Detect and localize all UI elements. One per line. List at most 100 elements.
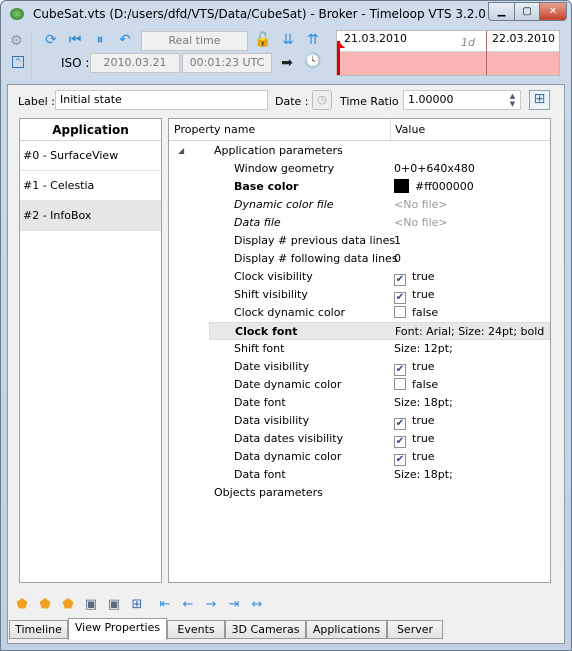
property-row[interactable]: Clock visibility ✔ true	[169, 268, 550, 286]
property-value[interactable]: Font: Arial; Size: 24pt; bold	[395, 323, 544, 341]
tab-view-properties[interactable]: View Properties	[68, 618, 167, 640]
lock-icon[interactable]: 🔓	[254, 32, 272, 48]
property-value[interactable]: ✔ true	[394, 286, 435, 304]
maximize-button[interactable]: ▢	[514, 2, 540, 21]
time-field[interactable]: 00:01:23 UTC	[182, 53, 272, 73]
checkbox[interactable]: ✔	[394, 364, 406, 376]
save-windows-icon[interactable]: ▣	[106, 597, 122, 613]
add-view-icon[interactable]: ⬟	[14, 597, 30, 613]
checkbox[interactable]: ✔	[394, 454, 406, 466]
time-ratio-spinner[interactable]: ▲ ▼	[506, 92, 519, 108]
property-row[interactable]: Date dynamic color false	[169, 376, 550, 394]
property-value[interactable]: <No file>	[394, 214, 448, 232]
property-row[interactable]: Date visibility ✔ true	[169, 358, 550, 376]
property-value[interactable]: Size: 12pt;	[394, 340, 453, 358]
property-value[interactable]: ✔ true	[394, 448, 435, 466]
property-value[interactable]: 0	[394, 250, 401, 268]
save-view-icon[interactable]: ⬟	[37, 597, 53, 613]
property-value[interactable]: ✔ true	[394, 268, 435, 286]
property-row[interactable]: Date font Size: 18pt;	[169, 394, 550, 412]
property-name: Clock dynamic color	[234, 306, 345, 319]
next-state-icon[interactable]: →	[203, 597, 219, 613]
close-button[interactable]: ✕	[539, 2, 567, 21]
app-icon	[10, 8, 24, 20]
property-row[interactable]: Data file <No file>	[169, 214, 550, 232]
time-ratio-input[interactable]: 1.00000	[403, 90, 521, 110]
checkbox[interactable]: ✔	[394, 418, 406, 430]
property-name: Data dates visibility	[234, 432, 344, 445]
property-row[interactable]: Display # following data lines 0	[169, 250, 550, 268]
property-row[interactable]: Clock font Font: Arial; Size: 24pt; bold	[209, 322, 550, 340]
loop-icon[interactable]: ⟳	[42, 32, 60, 48]
tab-3d-cameras[interactable]: 3D Cameras	[225, 620, 306, 639]
checkbox[interactable]	[394, 378, 406, 390]
list-item[interactable]: #1 - Celestia	[20, 171, 161, 201]
collapse-icon[interactable]: ^	[12, 56, 24, 68]
layout-grid-button[interactable]: ⊞	[529, 90, 550, 110]
color-swatch[interactable]	[394, 179, 409, 193]
tree-group-application-parameters[interactable]: ◢ Application parameters	[169, 142, 550, 160]
tab-applications[interactable]: Applications	[306, 620, 387, 639]
property-value[interactable]: false	[394, 376, 438, 394]
property-value[interactable]: <No file>	[394, 196, 448, 214]
date-field[interactable]: 2010.03.21	[90, 53, 180, 73]
timeline-date-start: 21.03.2010	[344, 32, 407, 45]
property-row[interactable]: Window geometry 0+0+640x480	[169, 160, 550, 178]
property-row[interactable]: Shift font Size: 12pt;	[169, 340, 550, 358]
down-arrows-icon[interactable]: ⇊	[279, 32, 297, 48]
checkbox[interactable]: ✔	[394, 274, 406, 286]
go-arrow-icon[interactable]: ➡	[278, 55, 296, 71]
column-value[interactable]: Value	[395, 119, 425, 141]
checkbox[interactable]	[394, 306, 406, 318]
last-state-icon[interactable]: ⇥	[226, 597, 242, 613]
grid-icon[interactable]: ⊞	[129, 597, 145, 613]
gear-icon[interactable]: ⚙	[10, 33, 23, 49]
clock-icon[interactable]: 🕓	[304, 53, 322, 69]
property-row[interactable]: Base color #ff000000	[169, 178, 550, 196]
up-arrows-icon[interactable]: ⇈	[304, 32, 322, 48]
undo-icon[interactable]: ↶	[116, 32, 134, 48]
tab-timeline[interactable]: Timeline	[9, 620, 68, 639]
previous-state-icon[interactable]: ←	[180, 597, 196, 613]
first-state-icon[interactable]: ⇤	[157, 597, 173, 613]
tree-group-objects-parameters[interactable]: Objects parameters	[169, 484, 550, 502]
expand-arrow-icon[interactable]: ◢	[178, 142, 184, 160]
save-all-views-icon[interactable]: ⬟	[60, 597, 76, 613]
property-value[interactable]: ✔ true	[394, 430, 435, 448]
timeline-bar[interactable]	[337, 52, 559, 75]
property-row[interactable]: Data visibility ✔ true	[169, 412, 550, 430]
first-icon[interactable]: ⏮	[66, 32, 84, 48]
property-value[interactable]: Size: 18pt;	[394, 394, 453, 412]
real-time-button[interactable]: Real time	[141, 31, 248, 51]
checkbox[interactable]: ✔	[394, 436, 406, 448]
property-row[interactable]: Display # previous data lines 1	[169, 232, 550, 250]
list-item-selected[interactable]: #2 - InfoBox	[20, 201, 161, 231]
property-row[interactable]: Data dynamic color ✔ true	[169, 448, 550, 466]
property-value[interactable]: ✔ true	[394, 412, 435, 430]
minimize-button[interactable]: ▁	[488, 2, 515, 21]
property-row[interactable]: Dynamic color file <No file>	[169, 196, 550, 214]
save-window-icon[interactable]: ▣	[83, 597, 99, 613]
label-input[interactable]: Initial state	[55, 90, 268, 110]
list-item[interactable]: #0 - SurfaceView	[20, 141, 161, 171]
column-property-name[interactable]: Property name	[174, 119, 255, 141]
property-value[interactable]: false	[394, 304, 438, 322]
date-clock-button[interactable]: ◷	[312, 90, 332, 110]
checkbox[interactable]: ✔	[394, 292, 406, 304]
property-row[interactable]: Shift visibility ✔ true	[169, 286, 550, 304]
property-value[interactable]: 0+0+640x480	[394, 160, 475, 178]
tab-events[interactable]: Events	[167, 620, 225, 639]
property-value[interactable]: ✔ true	[394, 358, 435, 376]
property-value[interactable]: Size: 18pt;	[394, 466, 453, 484]
property-value[interactable]: 1	[394, 232, 401, 250]
property-value[interactable]: #ff000000	[394, 178, 474, 196]
property-row[interactable]: Data font Size: 18pt;	[169, 466, 550, 484]
pause-icon[interactable]: ⏸	[91, 32, 109, 48]
timeline[interactable]: 21.03.2010 1d 22.03.2010	[336, 30, 560, 76]
property-row[interactable]: Clock dynamic color false	[169, 304, 550, 322]
property-name: Clock font	[235, 325, 298, 338]
property-name: Shift visibility	[234, 288, 308, 301]
tab-server[interactable]: Server	[387, 620, 443, 639]
fit-states-icon[interactable]: ↔	[249, 597, 265, 613]
property-row[interactable]: Data dates visibility ✔ true	[169, 430, 550, 448]
